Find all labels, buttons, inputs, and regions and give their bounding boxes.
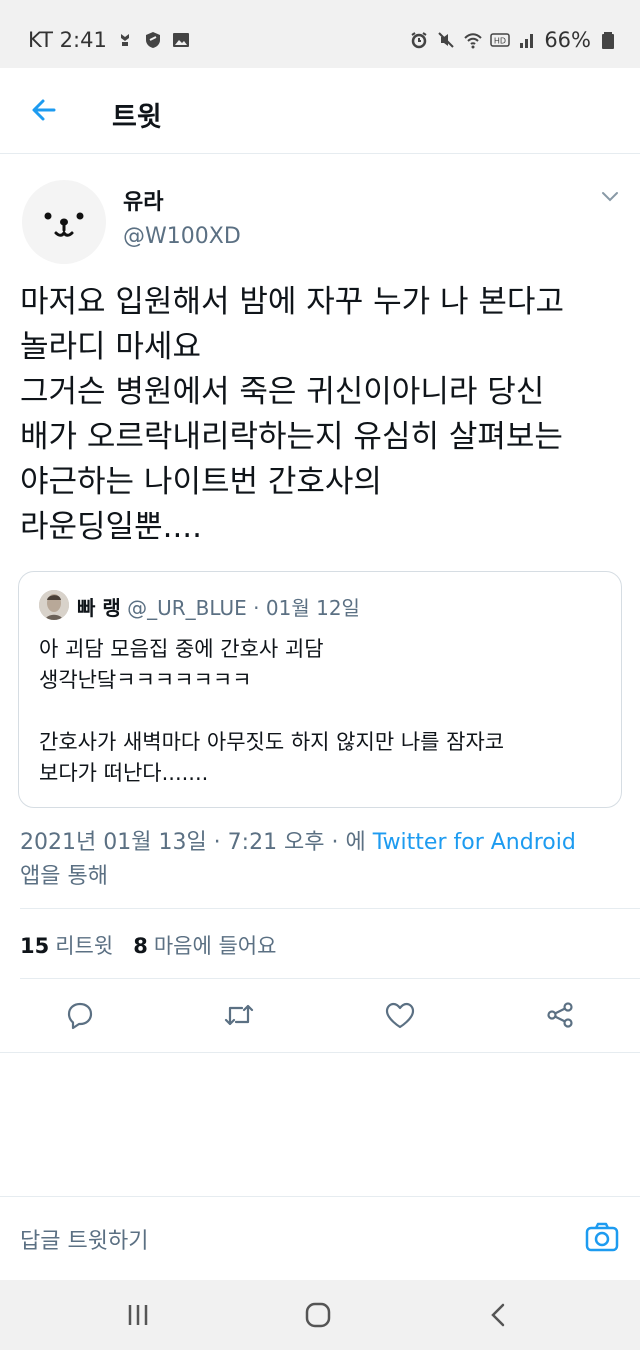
share-button[interactable] <box>543 998 577 1032</box>
display-name[interactable]: 유라 <box>123 184 163 216</box>
navigation-bar <box>0 1280 640 1350</box>
like-icon <box>385 1002 415 1029</box>
shield-icon <box>145 32 160 48</box>
home-icon <box>305 1302 331 1328</box>
divider <box>0 1052 640 1053</box>
likes-stat[interactable]: 8 마음에 들어요 <box>133 930 276 960</box>
quote-display-name: 빠 랭 <box>77 596 121 620</box>
divider <box>20 978 640 979</box>
carrier-time: KT 2:41 <box>28 28 107 52</box>
action-bar <box>0 994 640 1040</box>
reply-icon <box>67 1002 93 1030</box>
like-button[interactable] <box>383 998 417 1032</box>
header: 트윗 <box>0 68 640 154</box>
signal-icon <box>520 34 534 48</box>
retweet-icon <box>224 1004 254 1026</box>
reply-button[interactable] <box>63 998 97 1032</box>
camera-icon[interactable] <box>584 1219 620 1255</box>
battery-icon <box>602 32 614 49</box>
notification-icon <box>120 34 129 46</box>
svg-text:HD: HD <box>494 37 506 46</box>
back-nav-icon <box>491 1303 505 1327</box>
quote-date: 01월 12일 <box>265 596 360 620</box>
retweets-stat[interactable]: 15 리트윗 <box>20 930 113 960</box>
reply-input[interactable]: 답글 트윗하기 <box>20 1223 148 1255</box>
user-handle[interactable]: @W100XD <box>123 224 241 249</box>
retweet-button[interactable] <box>222 998 256 1032</box>
avatar[interactable] <box>22 180 106 264</box>
status-bar: KT 2:41 HD 66% <box>0 0 640 68</box>
share-icon <box>547 1002 573 1028</box>
battery-level: 66% <box>544 28 591 52</box>
alarm-icon <box>411 32 427 49</box>
quote-tweet-card[interactable]: 빠 랭 @_UR_BLUE · 01월 12일 아 괴담 모음집 중에 간호사 … <box>18 571 622 808</box>
page-title: 트윗 <box>112 102 162 133</box>
tweet-stats: 15 리트윗 8 마음에 들어요 <box>20 930 276 960</box>
timestamp-prefix: 2021년 01월 13일 · 7:21 오후 · 에 <box>20 830 373 855</box>
chevron-down-icon[interactable] <box>598 184 622 208</box>
hd-icon: HD <box>490 33 511 47</box>
reply-bar: 답글 트윗하기 <box>0 1196 640 1280</box>
quote-meta: 빠 랭 @_UR_BLUE · 01월 12일 <box>77 592 360 621</box>
divider <box>20 908 640 909</box>
back-button[interactable] <box>24 90 64 130</box>
dog-face-icon <box>44 212 84 237</box>
home-button[interactable] <box>301 1298 335 1332</box>
tweet-timestamp: 2021년 01월 13일 · 7:21 오후 · 에 Twitter for … <box>20 826 620 894</box>
quote-handle: @_UR_BLUE <box>127 596 247 620</box>
timestamp-suffix: 앱을 통해 <box>20 864 108 889</box>
back-nav-button[interactable] <box>482 1298 516 1332</box>
quote-text: 아 괴담 모음집 중에 간호사 괴담 생각난닼ㅋㅋㅋㅋㅋㅋㅋ 간호사가 새벽마다… <box>39 637 505 785</box>
recent-apps-button[interactable] <box>121 1298 155 1332</box>
source-link[interactable]: Twitter for Android <box>373 830 576 855</box>
quote-separator: · <box>253 596 260 620</box>
arrow-left-icon <box>32 99 56 121</box>
image-icon <box>172 33 189 47</box>
quote-avatar <box>39 590 69 620</box>
wifi-icon <box>464 33 483 49</box>
tweet-text: 마저요 입원해서 밤에 자꾸 누가 나 본다고 놀라디 마세요 그거슨 병원에서… <box>20 284 564 545</box>
mute-icon <box>438 32 455 48</box>
recent-apps-icon <box>128 1305 148 1325</box>
